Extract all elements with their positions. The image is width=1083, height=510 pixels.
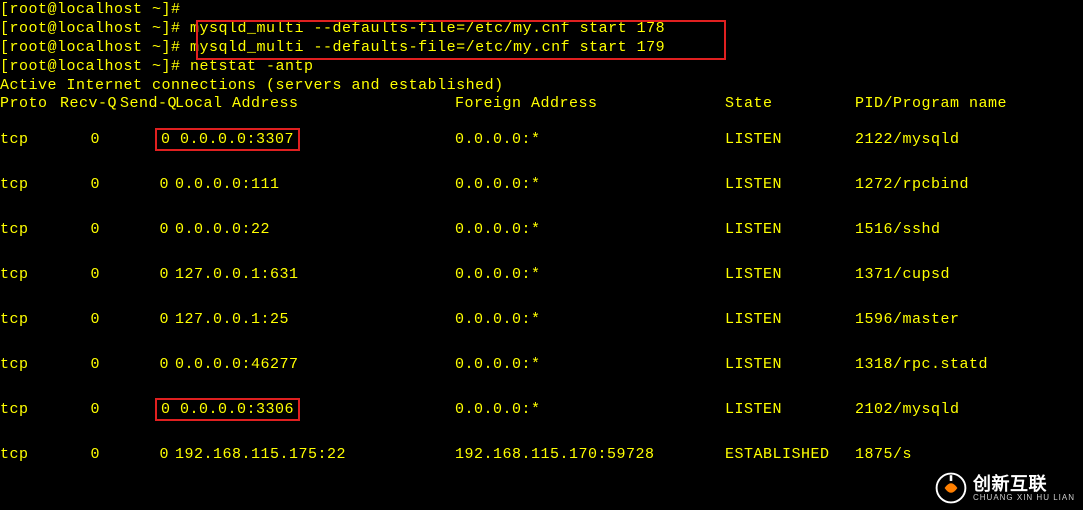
cell-state: LISTEN [725, 297, 855, 342]
watermark-logo-icon [935, 472, 967, 504]
cell-foreign: 0.0.0.0:* [455, 207, 725, 252]
cell-local: 0 0.0.0.0:3307 [175, 117, 455, 162]
cell-state: LISTEN [725, 162, 855, 207]
cell-proto: tcp [0, 297, 60, 342]
cell-state: LISTEN [725, 252, 855, 297]
cell-foreign: 0.0.0.0:* [455, 162, 725, 207]
command-4: netstat -antp [190, 58, 314, 75]
cell-sendq: 0 [120, 162, 175, 207]
cell-foreign: 0.0.0.0:* [455, 117, 725, 162]
cell-recvq: 0 [60, 207, 120, 252]
cell-sendq: 0 [120, 252, 175, 297]
prompt: [root@localhost ~]# [0, 1, 190, 18]
prompt-line-2: [root@localhost ~]# mysqld_multi --defau… [0, 19, 1083, 38]
cell-local: 0.0.0.0:111 [175, 162, 455, 207]
cell-pid: 1875/s [855, 432, 1083, 477]
table-row: tcp000.0.0.0:220.0.0.0:*LISTEN1516/sshd [0, 207, 1083, 252]
cell-state: LISTEN [725, 117, 855, 162]
cell-recvq: 0 [60, 252, 120, 297]
prompt: [root@localhost ~]# [0, 58, 190, 75]
cell-state: LISTEN [725, 342, 855, 387]
cell-proto: tcp [0, 387, 60, 432]
hdr-recvq: Recv-Q [60, 95, 120, 117]
cell-sendq: 0 [120, 207, 175, 252]
command-3: mysqld_multi --defaults-file=/etc/my.cnf… [190, 39, 665, 56]
cell-pid: 2102/mysqld [855, 387, 1083, 432]
cell-proto: tcp [0, 342, 60, 387]
cell-recvq: 0 [60, 297, 120, 342]
table-header-row: Proto Recv-Q Send-Q Local Address Foreig… [0, 95, 1083, 117]
cell-local: 0 0.0.0.0:3306 [175, 387, 455, 432]
cell-recvq: 0 [60, 387, 120, 432]
watermark-subtitle: CHUANG XIN HU LIAN [973, 493, 1075, 502]
hdr-pid: PID/Program name [855, 95, 1083, 117]
table-row: tcp00127.0.0.1:6310.0.0.0:*LISTEN1371/cu… [0, 252, 1083, 297]
cell-state: ESTABLISHED [725, 432, 855, 477]
cell-foreign: 0.0.0.0:* [455, 387, 725, 432]
watermark: 创新互联 CHUANG XIN HU LIAN [935, 472, 1075, 504]
cell-sendq: 0 [120, 297, 175, 342]
cell-pid: 1371/cupsd [855, 252, 1083, 297]
hdr-proto: Proto [0, 95, 60, 117]
table-row: tcp000.0.0.0:1110.0.0.0:*LISTEN1272/rpcb… [0, 162, 1083, 207]
cell-foreign: 0.0.0.0:* [455, 297, 725, 342]
watermark-title: 创新互联 [973, 475, 1075, 493]
cell-local: 0.0.0.0:46277 [175, 342, 455, 387]
cell-pid: 1318/rpc.statd [855, 342, 1083, 387]
prompt-line-1: [root@localhost ~]# [0, 0, 1083, 19]
cell-pid: 1272/rpcbind [855, 162, 1083, 207]
cell-proto: tcp [0, 117, 60, 162]
cell-foreign: 192.168.115.170:59728 [455, 432, 725, 477]
prompt: [root@localhost ~]# [0, 39, 190, 56]
cell-pid: 1596/master [855, 297, 1083, 342]
hdr-sendq: Send-Q [120, 95, 175, 117]
cell-local: 127.0.0.1:25 [175, 297, 455, 342]
hdr-state: State [725, 95, 855, 117]
hdr-local: Local Address [175, 95, 455, 117]
cell-proto: tcp [0, 252, 60, 297]
table-row: tcp0 0 0.0.0.0:33070.0.0.0:*LISTEN2122/my… [0, 117, 1083, 162]
cell-recvq: 0 [60, 342, 120, 387]
cell-local: 127.0.0.1:631 [175, 252, 455, 297]
cell-foreign: 0.0.0.0:* [455, 342, 725, 387]
table-row: tcp000.0.0.0:462770.0.0.0:*LISTEN1318/rp… [0, 342, 1083, 387]
table-row: tcp00127.0.0.1:250.0.0.0:*LISTEN1596/mas… [0, 297, 1083, 342]
cell-proto: tcp [0, 207, 60, 252]
cell-pid: 2122/mysqld [855, 117, 1083, 162]
cell-foreign: 0.0.0.0:* [455, 252, 725, 297]
prompt: [root@localhost ~]# [0, 20, 190, 37]
active-connections-line: Active Internet connections (servers and… [0, 76, 1083, 95]
cell-recvq: 0 [60, 117, 120, 162]
cell-recvq: 0 [60, 162, 120, 207]
command-2: mysqld_multi --defaults-file=/etc/my.cnf… [190, 20, 665, 37]
cell-proto: tcp [0, 432, 60, 477]
prompt-line-3: [root@localhost ~]# mysqld_multi --defau… [0, 38, 1083, 57]
cell-local: 192.168.115.175:22 [175, 432, 455, 477]
table-row: tcp0 0 0.0.0.0:33060.0.0.0:*LISTEN2102/my… [0, 387, 1083, 432]
cell-recvq: 0 [60, 432, 120, 477]
cell-state: LISTEN [725, 207, 855, 252]
cell-sendq: 0 [120, 432, 175, 477]
prompt-line-4: [root@localhost ~]# netstat -antp [0, 57, 1083, 76]
netstat-table: Proto Recv-Q Send-Q Local Address Foreig… [0, 95, 1083, 477]
table-row: tcp00192.168.115.175:22192.168.115.170:5… [0, 432, 1083, 477]
cell-state: LISTEN [725, 387, 855, 432]
hdr-foreign: Foreign Address [455, 95, 725, 117]
cell-pid: 1516/sshd [855, 207, 1083, 252]
cell-proto: tcp [0, 162, 60, 207]
cell-local: 0.0.0.0:22 [175, 207, 455, 252]
cell-sendq: 0 [120, 342, 175, 387]
